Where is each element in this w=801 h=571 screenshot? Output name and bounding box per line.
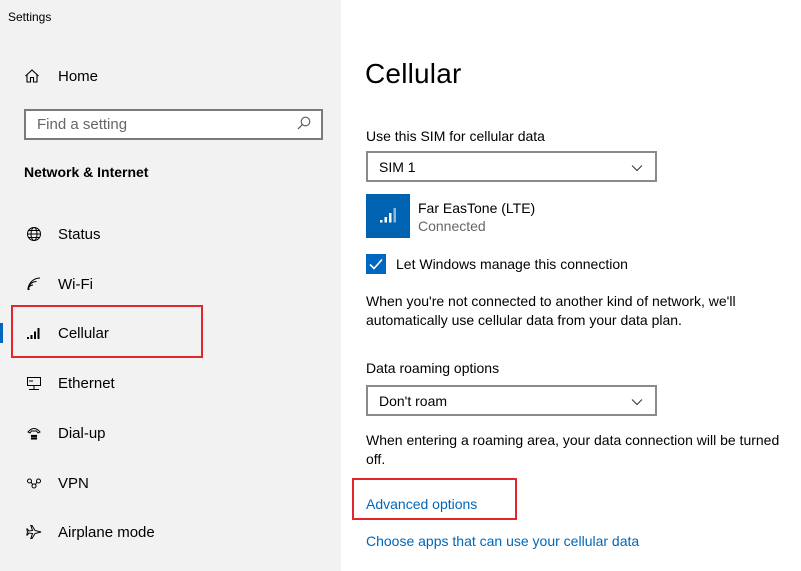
vpn-icon <box>24 473 44 493</box>
carrier-name: Far EasTone (LTE) <box>418 200 536 216</box>
sidebar-item-label: Ethernet <box>58 374 115 392</box>
section-title: Network & Internet <box>24 164 149 180</box>
sidebar-item-label: Status <box>58 225 101 243</box>
sidebar-item-dialup[interactable]: Dial-up <box>0 413 341 453</box>
home-nav-item[interactable]: Home <box>24 64 98 88</box>
sidebar: Settings Home Find a setting Network & I… <box>0 0 341 571</box>
sidebar-item-cellular[interactable]: Cellular <box>0 313 341 353</box>
manage-connection-checkbox[interactable] <box>366 254 386 274</box>
sidebar-item-label: Dial-up <box>58 424 106 442</box>
sidebar-item-label: Wi-Fi <box>58 275 93 293</box>
manage-description: When you're not connected to another kin… <box>366 293 736 328</box>
manage-connection-label: Let Windows manage this connection <box>396 256 628 272</box>
roaming-select-value: Don't roam <box>379 392 448 409</box>
carrier-info: Far EasTone (LTE) Connected <box>366 194 535 238</box>
roaming-description: When entering a roaming area, your data … <box>366 432 780 467</box>
roaming-label: Data roaming options <box>366 360 500 376</box>
chevron-down-icon <box>631 393 643 409</box>
sim-select-value: SIM 1 <box>379 158 416 175</box>
globe-icon <box>24 224 44 244</box>
sim-select[interactable]: SIM 1 <box>366 151 657 182</box>
manage-connection-checkbox-row[interactable]: Let Windows manage this connection <box>366 254 628 274</box>
sidebar-item-vpn[interactable]: VPN <box>0 463 341 503</box>
roaming-select[interactable]: Don't roam <box>366 385 657 416</box>
cellular-icon <box>24 323 44 343</box>
dialup-icon <box>24 423 44 443</box>
search-field[interactable]: Find a setting <box>24 109 323 140</box>
wifi-icon <box>24 274 44 294</box>
ethernet-icon <box>24 373 44 393</box>
check-icon <box>369 258 383 270</box>
search-icon[interactable] <box>297 116 311 134</box>
sidebar-item-label: Airplane mode <box>58 523 155 541</box>
chevron-down-icon <box>631 159 643 175</box>
signal-bars-icon <box>379 205 397 228</box>
search-input[interactable]: Find a setting <box>37 116 297 133</box>
sidebar-item-airplane-mode[interactable]: Airplane mode <box>0 512 341 552</box>
advanced-options-link[interactable]: Advanced options <box>366 496 477 512</box>
carrier-status: Connected <box>418 218 486 234</box>
page-title: Cellular <box>365 58 462 89</box>
signal-tile <box>366 194 410 238</box>
home-label: Home <box>58 67 99 85</box>
sidebar-item-label: Cellular <box>58 324 109 342</box>
sim-label: Use this SIM for cellular data <box>366 128 545 144</box>
home-icon <box>24 68 44 84</box>
app-title: Settings <box>8 10 52 24</box>
sidebar-item-status[interactable]: Status <box>0 214 341 254</box>
sidebar-item-ethernet[interactable]: Ethernet <box>0 363 341 403</box>
sidebar-item-label: VPN <box>58 474 89 492</box>
choose-apps-link[interactable]: Choose apps that can use your cellular d… <box>366 533 639 549</box>
sidebar-item-wifi[interactable]: Wi-Fi <box>0 264 341 304</box>
airplane-icon <box>24 522 44 542</box>
